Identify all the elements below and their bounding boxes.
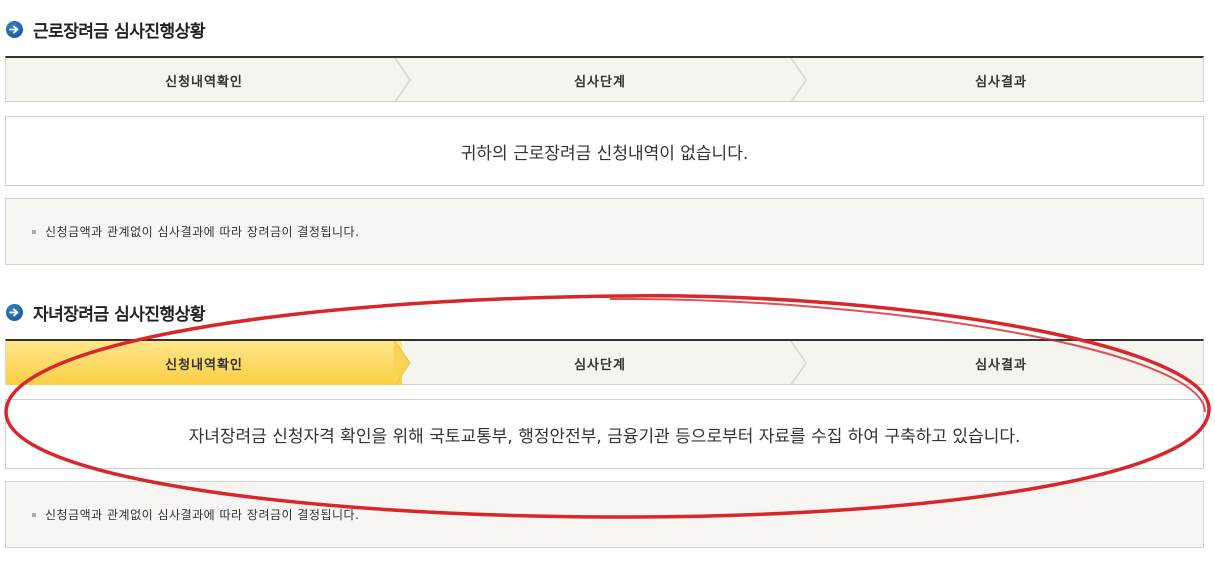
status-message: 귀하의 근로장려금 신청내역이 없습니다. xyxy=(5,116,1204,186)
notice-text: 신청금액과 관계없이 심사결과에 따라 장려금이 결정됩니다. xyxy=(45,508,360,522)
section-title-row: 자녀장려금 심사진행상황 xyxy=(6,301,205,325)
step-application-check: 신청내역확인 xyxy=(6,341,402,385)
step-review: 심사단계 xyxy=(574,357,626,373)
step-separator-icon xyxy=(790,58,807,102)
status-message: 자녀장려금 신청자격 확인을 위해 국토교통부, 행정안전부, 금융기관 등으로… xyxy=(5,399,1204,469)
section-title: 근로장려금 심사진행상황 xyxy=(33,21,205,42)
step-application-check: 신청내역확인 xyxy=(165,74,243,90)
progress-steps: 신청내역확인 심사단계 심사결과 xyxy=(5,56,1204,102)
progress-steps: 신청내역확인 심사단계 심사결과 xyxy=(5,339,1204,385)
notice-box: 신청금액과 관계없이 심사결과에 따라 장려금이 결정됩니다. xyxy=(5,481,1204,548)
step-review: 심사단계 xyxy=(574,74,626,90)
section-title-row: 근로장려금 심사진행상황 xyxy=(6,18,205,42)
step-result: 심사결과 xyxy=(975,357,1027,373)
arrow-right-circle-icon xyxy=(6,303,23,321)
notice-text: 신청금액과 관계없이 심사결과에 따라 장려금이 결정됩니다. xyxy=(45,225,360,239)
section-title: 자녀장려금 심사진행상황 xyxy=(33,304,205,325)
step-separator-icon xyxy=(790,341,807,385)
list-bullet-icon xyxy=(32,229,36,234)
arrow-right-circle-icon xyxy=(6,20,23,38)
step-active-arrow-icon xyxy=(394,341,411,385)
step-separator-icon xyxy=(394,58,411,102)
step-result: 심사결과 xyxy=(975,74,1027,90)
notice-box: 신청금액과 관계없이 심사결과에 따라 장려금이 결정됩니다. xyxy=(5,198,1204,265)
list-bullet-icon xyxy=(32,512,36,517)
